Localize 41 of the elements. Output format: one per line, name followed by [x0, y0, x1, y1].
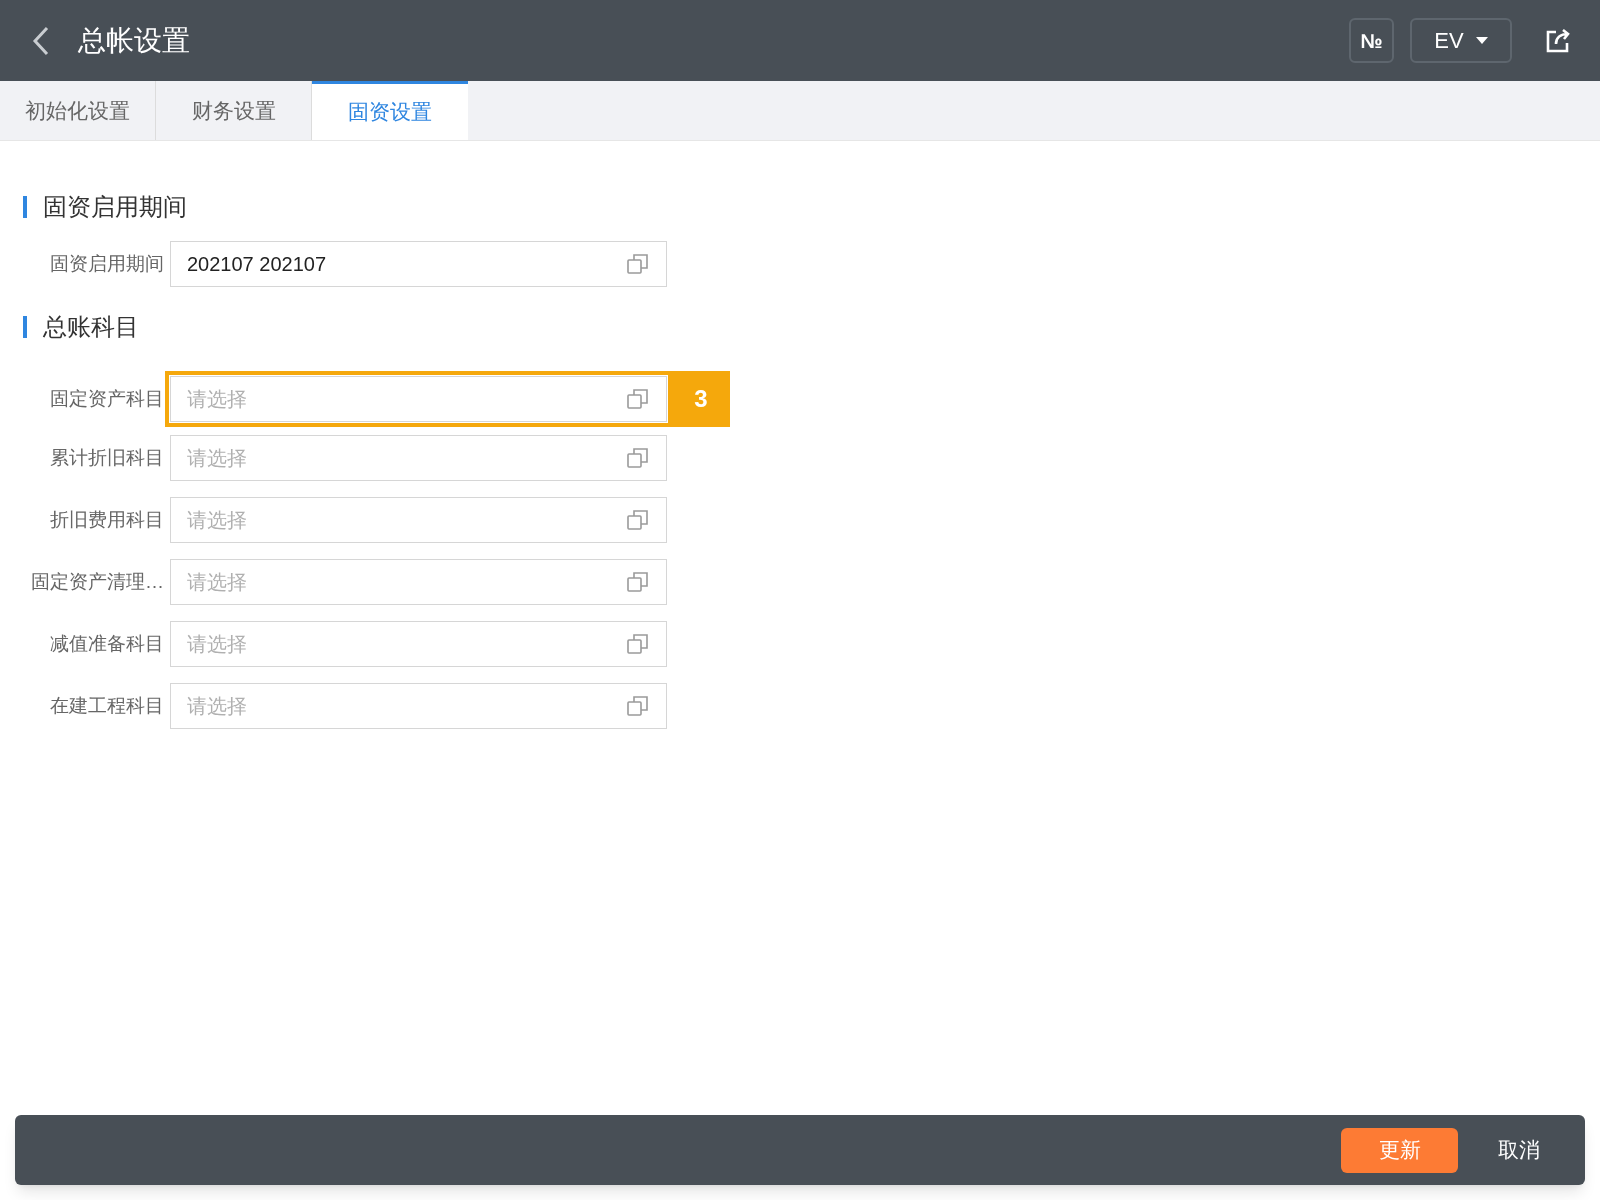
field-placeholder: 请选择: [187, 632, 247, 657]
field-placeholder: 请选择: [187, 694, 247, 719]
language-dropdown[interactable]: EV: [1410, 18, 1512, 63]
field-placeholder: 请选择: [187, 387, 247, 412]
select-field[interactable]: 请选择: [170, 621, 667, 667]
field-label: 累计折旧科目: [49, 445, 165, 470]
number-button[interactable]: №: [1349, 18, 1394, 63]
field-label: 减值准备科目: [49, 631, 165, 656]
field-placeholder: 请选择: [187, 446, 247, 471]
section-title: 固资启用期间: [43, 192, 187, 222]
cancel-button[interactable]: 取消: [1498, 1134, 1540, 1166]
select-field[interactable]: 202107 202107: [170, 241, 667, 287]
caret-icon: [1475, 36, 1488, 45]
tab[interactable]: 固资设置: [312, 81, 468, 140]
select-field[interactable]: 请选择: [170, 497, 667, 543]
field-value: 202107 202107: [187, 252, 327, 277]
step-callout: 3: [672, 371, 730, 427]
field-label: 固资启用期间: [49, 251, 165, 276]
field-placeholder: 请选择: [187, 570, 247, 595]
tab[interactable]: 初始化设置: [0, 81, 156, 140]
select-field[interactable]: 请选择: [170, 376, 667, 422]
field-label: 在建工程科目: [49, 693, 165, 718]
copy-icon[interactable]: [626, 508, 650, 532]
field-label: 折旧费用科目: [49, 507, 165, 532]
select-field[interactable]: 请选择: [170, 435, 667, 481]
copy-icon[interactable]: [626, 387, 650, 411]
field-label: 固定资产清理…: [30, 569, 165, 594]
copy-icon[interactable]: [626, 446, 650, 470]
field-label: 固定资产科目: [49, 386, 165, 411]
copy-icon[interactable]: [626, 252, 650, 276]
select-field[interactable]: 请选择: [170, 559, 667, 605]
field-placeholder: 请选择: [187, 508, 247, 533]
page-title: 总帐设置: [78, 23, 190, 58]
back-icon[interactable]: [32, 25, 50, 56]
select-field[interactable]: 请选择: [170, 683, 667, 729]
copy-icon[interactable]: [626, 694, 650, 718]
update-button[interactable]: 更新: [1341, 1127, 1458, 1173]
section-title: 总账科目: [43, 312, 139, 342]
copy-icon[interactable]: [626, 570, 650, 594]
copy-icon[interactable]: [626, 632, 650, 656]
share-icon[interactable]: [1544, 26, 1572, 55]
